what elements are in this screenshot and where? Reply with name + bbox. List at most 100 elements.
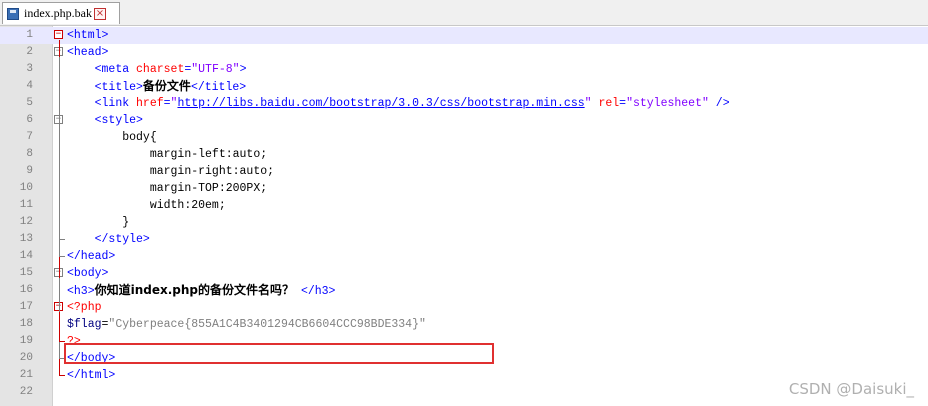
- code-token: "Cyberpeace{855A1C4B3401294CB6604CCC98BD…: [108, 318, 426, 331]
- code-text: </style>: [67, 231, 150, 248]
- code-text: <title>备份文件</title>: [67, 78, 247, 96]
- code-line[interactable]: 17−<?php: [0, 299, 928, 316]
- code-line[interactable]: 2−<head>: [0, 44, 928, 61]
- code-token: <?php: [67, 301, 102, 314]
- code-text: <html>: [67, 27, 108, 44]
- line-number: 7: [26, 131, 33, 143]
- code-text: margin-left:auto;: [67, 146, 267, 163]
- fold-guide: [59, 312, 60, 342]
- fold-minus-icon: −: [54, 29, 63, 39]
- code-token: <html>: [67, 29, 109, 42]
- line-number: 2: [26, 46, 33, 58]
- code-line[interactable]: 13 </style>: [0, 231, 928, 248]
- line-number: 9: [26, 165, 33, 177]
- code-token: <link: [94, 97, 137, 110]
- line-number: 4: [26, 80, 33, 92]
- code-text: <link href= "http://libs.baidu.com/bootst…: [67, 95, 730, 112]
- code-text: <h3>你知道index.php的备份文件名吗？ </h3>: [67, 282, 335, 300]
- code-token: <meta: [94, 63, 137, 76]
- code-token: "UTF-8": [191, 63, 240, 76]
- code-token: http://libs.baidu.com/bootstrap/3.0.3/cs…: [177, 97, 585, 110]
- code-token: body{: [67, 131, 157, 144]
- code-token: 备份文件: [142, 79, 191, 93]
- line-number: 12: [19, 216, 33, 228]
- code-line[interactable]: 8 margin-left:auto;: [0, 146, 928, 163]
- code-text: }: [67, 214, 129, 231]
- code-token: <h3>: [67, 285, 95, 298]
- flag-highlight-box: [64, 343, 494, 364]
- code-text: </head>: [67, 248, 115, 265]
- file-tab[interactable]: index.php.bak ×: [2, 2, 120, 24]
- code-text: <style>: [67, 112, 143, 129]
- code-line[interactable]: 1 − <html>: [0, 27, 928, 44]
- code-token: <body>: [67, 267, 109, 280]
- code-token: width:20em;: [67, 199, 226, 212]
- code-token: >: [239, 63, 247, 76]
- code-line[interactable]: 5 <link href= "http://libs.baidu.com/boot…: [0, 95, 928, 112]
- code-token: margin-left:auto;: [67, 148, 268, 161]
- code-token: <title>: [94, 81, 143, 94]
- code-line[interactable]: 11 width:20em;: [0, 197, 928, 214]
- code-line[interactable]: 7 body{: [0, 129, 928, 146]
- code-token: <style>: [94, 114, 143, 127]
- code-token: "stylesheet": [626, 97, 709, 110]
- code-line[interactable]: 9 margin-right:auto;: [0, 163, 928, 180]
- code-text: <meta charset="UTF-8">: [67, 61, 247, 78]
- tab-title: index.php.bak: [24, 6, 92, 20]
- code-line[interactable]: 3 <meta charset="UTF-8">: [0, 61, 928, 78]
- code-text: width:20em;: [67, 197, 226, 214]
- code-line[interactable]: 16 <h3>你知道index.php的备份文件名吗？ </h3>: [0, 282, 928, 299]
- code-line[interactable]: 12 }: [0, 214, 928, 231]
- code-text: <?php: [67, 299, 102, 316]
- code-token: />: [715, 97, 730, 110]
- line-number: 8: [26, 148, 33, 160]
- line-number: 1: [26, 29, 33, 41]
- fold-guide-end: [59, 256, 65, 257]
- code-token: =: [163, 97, 171, 110]
- code-token: </title>: [190, 81, 247, 94]
- code-token: $flag: [67, 318, 102, 331]
- code-line[interactable]: 6− <style>: [0, 112, 928, 129]
- line-number: 13: [19, 233, 33, 245]
- code-token: <head>: [67, 46, 109, 59]
- line-number: 6: [26, 114, 33, 126]
- tab-bar: index.php.bak ×: [0, 0, 928, 26]
- line-number: 16: [19, 284, 33, 296]
- code-text: <head>: [67, 44, 108, 61]
- code-token: </head>: [67, 250, 116, 263]
- close-icon[interactable]: ×: [94, 7, 106, 20]
- code-line[interactable]: 15−<body>: [0, 265, 928, 282]
- line-number: 15: [19, 267, 33, 279]
- code-token: </html>: [67, 369, 116, 382]
- code-token: rel: [598, 97, 620, 110]
- code-line[interactable]: 14 </head>: [0, 248, 928, 265]
- code-token: }: [67, 216, 130, 229]
- code-text: </html>: [67, 367, 115, 384]
- code-token: 你知道index.php的备份文件名吗？: [94, 283, 295, 297]
- fold-guide-end: [59, 375, 65, 376]
- code-token: </style>: [94, 233, 150, 246]
- line-number: 14: [19, 250, 33, 262]
- code-line[interactable]: 18 $flag="Cyberpeace{855A1C4B3401294CB660…: [0, 316, 928, 333]
- code-token: charset: [136, 63, 185, 76]
- line-number: 11: [19, 199, 33, 211]
- code-text: <body>: [67, 265, 108, 282]
- code-text: body{: [67, 129, 157, 146]
- code-editor[interactable]: 1−<html>2−<head>3 <meta charset="UTF-8">…: [0, 26, 928, 406]
- fold-guide-end: [59, 239, 65, 240]
- line-number: 3: [26, 63, 33, 75]
- line-number: 17: [19, 301, 33, 313]
- line-number: 18: [19, 318, 33, 330]
- line-number: 21: [19, 369, 33, 381]
- code-token: margin-TOP:200PX;: [67, 182, 268, 195]
- code-line[interactable]: 10 margin-TOP:200PX;: [0, 180, 928, 197]
- watermark: CSDN @Daisuki_: [788, 380, 914, 398]
- code-line[interactable]: 4 <title>备份文件</title>: [0, 78, 928, 95]
